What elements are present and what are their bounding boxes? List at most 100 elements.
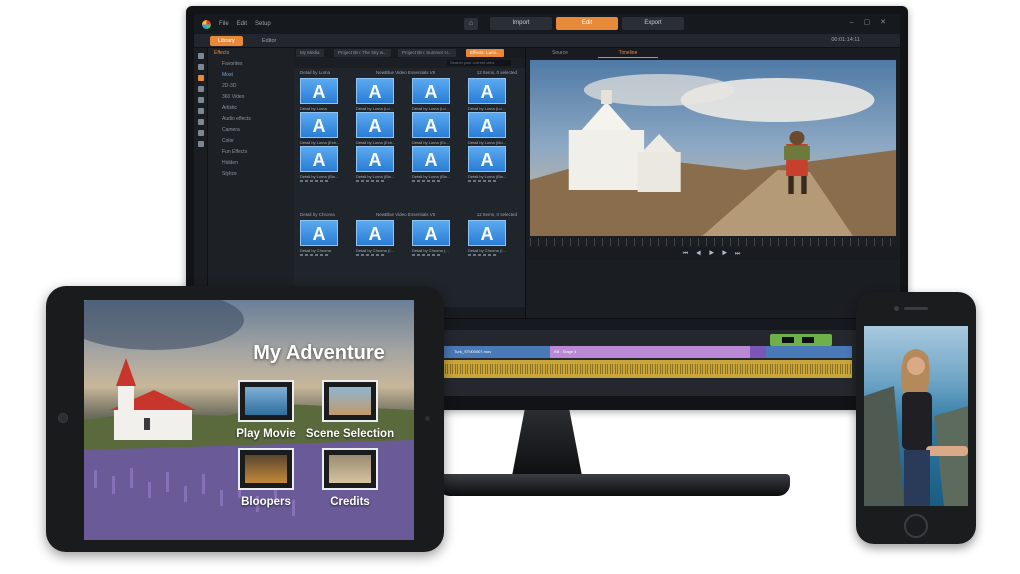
audio-icon[interactable] (197, 108, 204, 114)
sound-icon[interactable] (197, 141, 204, 147)
effect-thumbnail[interactable]: A (356, 146, 394, 172)
group-header-luma: Detail by Luma NewBlue Video Essentials … (300, 70, 517, 76)
product-showcase: File Edit Setup ⌂ Import Edit Export – ▢… (0, 0, 1020, 574)
video-clip-b[interactable]: KB : Stage 4 (550, 346, 750, 358)
tab-editor[interactable]: Editor (254, 36, 284, 46)
disc-menu-icon[interactable] (197, 130, 204, 136)
tab-my-media[interactable]: My Media (296, 49, 324, 57)
disc-menu-screen: My Adventure Play Movie Scene Selection … (84, 300, 414, 540)
rating-stars[interactable] (468, 254, 498, 256)
titles-icon[interactable] (197, 97, 204, 103)
tree-item[interactable]: Stylize (208, 169, 294, 180)
rating-stars[interactable] (356, 180, 386, 182)
tree-item[interactable]: Audio effects (208, 114, 294, 125)
search-input[interactable]: Search your current view (447, 60, 511, 66)
window-controls[interactable]: – ▢ ✕ (850, 18, 890, 26)
tree-item[interactable]: Favorites (208, 59, 294, 70)
effect-thumbnail[interactable]: A (412, 78, 450, 104)
effect-thumbnail[interactable]: A (356, 78, 394, 104)
effect-thumbnail[interactable]: A (356, 220, 394, 246)
scene-selection-button[interactable]: Scene Selection (300, 428, 400, 440)
project-icon[interactable] (197, 64, 204, 70)
effect-thumbnail[interactable]: A (468, 146, 506, 172)
transitions-icon[interactable] (197, 86, 204, 92)
rating-stars[interactable] (412, 180, 442, 182)
browser-tabs: My Media Project Bin: The Sky w... Proje… (294, 48, 525, 58)
effect-thumbnail-label: Detail by Chroma (... (412, 248, 449, 253)
media-icon[interactable] (197, 53, 204, 59)
effect-thumbnail-label: Detail by Luma (Exh... (300, 140, 340, 145)
effect-thumbnail-label: Detail by Luma (Lo... (356, 106, 393, 111)
tab-export[interactable]: Export (622, 17, 684, 30)
preview-scrub-ruler[interactable] (530, 238, 896, 246)
video-clip-a[interactable]: Turk_ST000007.mov (440, 346, 550, 358)
credits-thumbnail[interactable] (322, 448, 378, 490)
rating-stars[interactable] (468, 180, 498, 182)
effect-thumbnail[interactable]: A (468, 112, 506, 138)
montage-icon[interactable] (197, 119, 204, 125)
effect-thumbnail[interactable]: A (412, 220, 450, 246)
effect-thumbnail[interactable]: A (300, 112, 338, 138)
rating-stars[interactable] (412, 254, 442, 256)
rating-stars[interactable] (300, 180, 330, 182)
timeline-ruler[interactable] (440, 380, 900, 388)
tab-import[interactable]: Import (490, 17, 552, 30)
credits-button[interactable]: Credits (300, 496, 400, 508)
home-icon[interactable]: ⌂ (464, 18, 478, 30)
phone-speaker (904, 307, 928, 310)
tree-item[interactable]: Artistic (208, 103, 294, 114)
tab-library[interactable]: Library (210, 36, 243, 46)
effect-thumbnail-label: Detail by Luma (Blo... (356, 174, 395, 179)
player-tabs: Source Timeline (526, 48, 900, 58)
group-count: 12 Items, 0 selected (476, 70, 517, 75)
tree-item[interactable]: Most (208, 70, 294, 81)
effect-thumbnail-label: Detail by Luma (Lo... (468, 106, 505, 111)
phone-camera-icon (894, 306, 899, 311)
effect-thumbnail-label: Detail by Luma (Blo... (300, 174, 339, 179)
tab-timeline[interactable]: Timeline (598, 48, 658, 58)
effect-thumbnail-label: Detail by Chroma (I... (468, 248, 506, 253)
tree-item[interactable]: Color (208, 136, 294, 147)
title-clip[interactable] (770, 334, 832, 346)
menu-setup[interactable]: Setup (255, 21, 271, 27)
bloopers-thumbnail[interactable] (238, 448, 294, 490)
tab-source[interactable]: Source (530, 48, 590, 58)
tree-item[interactable]: Hidden (208, 158, 294, 169)
tab-project-bin-2[interactable]: Project Bin: Summer H... (398, 49, 456, 57)
browser-toolbar: Search your current view (294, 58, 525, 68)
effect-thumbnail-label: Detail by Luma (Lo... (412, 106, 449, 111)
tree-item[interactable]: 360 Video (208, 92, 294, 103)
tab-effects[interactable]: Effects: Lumi... (466, 49, 504, 57)
effects-icon[interactable] (197, 75, 204, 81)
effect-thumbnail[interactable]: A (468, 78, 506, 104)
effect-thumbnail[interactable]: A (468, 220, 506, 246)
rating-stars[interactable] (356, 254, 386, 256)
audio-waveform (440, 364, 852, 374)
menu-bar: File Edit Setup ⌂ Import Edit Export – ▢… (194, 14, 900, 34)
rating-stars[interactable] (300, 254, 330, 256)
tree-item[interactable]: Fun Effects (208, 147, 294, 158)
disc-menu-title: My Adventure (253, 342, 385, 364)
tree-item-effects[interactable]: Effects (208, 48, 294, 59)
transport-controls[interactable]: ⏮ ◀ ▶ ▶ ⏭ (526, 248, 900, 260)
group-source: NewBlue Video Essentials VII (376, 70, 436, 75)
effect-thumbnail[interactable]: A (300, 220, 338, 246)
tab-project-bin-1[interactable]: Project Bin: The Sky w... (334, 49, 391, 57)
video-clip-c[interactable] (766, 346, 852, 358)
audio-track[interactable] (440, 360, 852, 378)
tab-edit[interactable]: Edit (556, 17, 618, 30)
menu-edit[interactable]: Edit (237, 21, 247, 27)
effect-thumbnail[interactable]: A (412, 112, 450, 138)
menu-file[interactable]: File (219, 21, 229, 27)
tree-item[interactable]: 2D-3D (208, 81, 294, 92)
phone-home-button[interactable] (904, 514, 928, 538)
effect-thumbnail[interactable]: A (412, 146, 450, 172)
tree-item[interactable]: Camera (208, 125, 294, 136)
tablet-sensor-icon (425, 416, 430, 421)
effect-thumbnail[interactable]: A (300, 146, 338, 172)
preview-frame-image (530, 60, 896, 236)
effect-thumbnail[interactable]: A (300, 78, 338, 104)
scene-selection-thumbnail[interactable] (322, 380, 378, 422)
play-movie-thumbnail[interactable] (238, 380, 294, 422)
effect-thumbnail[interactable]: A (356, 112, 394, 138)
